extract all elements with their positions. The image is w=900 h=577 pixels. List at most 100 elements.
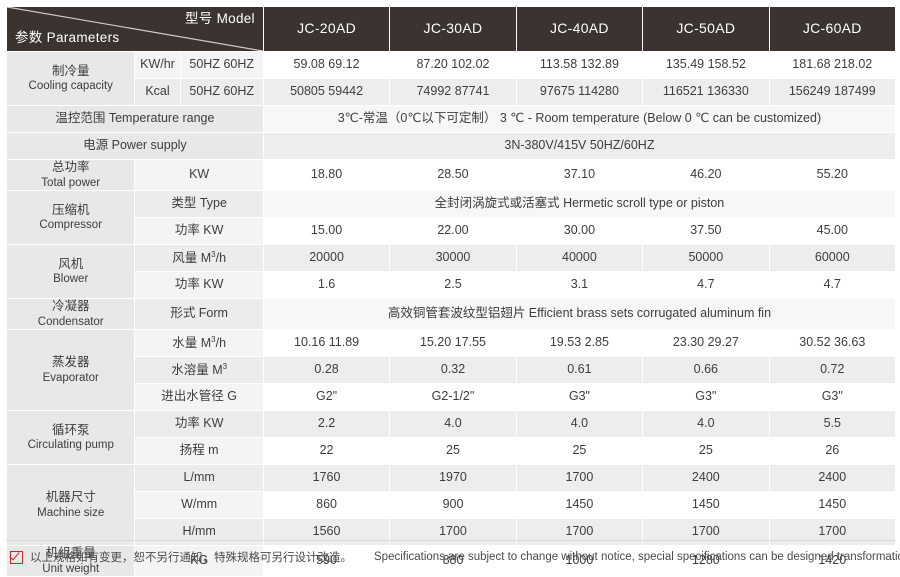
- value-cell: 4.0: [389, 410, 517, 438]
- value-cell: 1700: [389, 518, 517, 546]
- value-cell: 40000: [515, 244, 644, 272]
- value-cell: 18.80: [262, 159, 391, 191]
- value-cell: 2400: [642, 464, 770, 492]
- value-cell: 97675 114280: [515, 78, 644, 106]
- row-label-cooling-capacity: 制冷量 Cooling capacity: [5, 51, 136, 106]
- value-cell: 1450: [642, 491, 770, 519]
- row-label-circulating-pump: 循环泵 Circulating pump: [5, 410, 136, 465]
- unit-cell-kwhr: KW/hr: [134, 51, 181, 79]
- value-cell: 1700: [768, 518, 897, 546]
- value-cell: 0.28: [262, 356, 391, 384]
- value-cell: 25: [389, 437, 517, 465]
- value-cell: 1560: [262, 518, 391, 546]
- footer-note: 以上规格如有变更，恕不另行通知，特殊规格可另行设计改造。 Specificati…: [10, 549, 900, 565]
- table-row-compressor-power: 功率 KW 15.00 22.00 30.00 37.50 45.00: [7, 217, 897, 245]
- footer-divider: [6, 540, 896, 541]
- value-cell: 4.7: [768, 271, 897, 299]
- value-cell: 156249 187499: [768, 78, 897, 106]
- value-cell: G3": [642, 383, 770, 411]
- model-column-jc60ad: JC-60AD: [768, 6, 897, 52]
- value-cell: 55.20: [768, 159, 897, 191]
- unit-cell-type: 类型 Type: [134, 190, 264, 218]
- unit-cell-water-flow: 水量 M3/h: [134, 329, 264, 357]
- unit-cell-width: W/mm: [134, 491, 264, 519]
- value-cell: 30.52 36.63: [768, 329, 897, 357]
- value-cell: 30000: [389, 244, 517, 272]
- footer-note-cn: 以上规格如有变更，恕不另行通知，特殊规格可另行设计改造。: [30, 552, 352, 564]
- value-cell: 50000: [642, 244, 770, 272]
- value-cell: 4.0: [642, 410, 770, 438]
- table-row-power-supply: 电源 Power supply 3N-380V/415V 50HZ/60HZ: [6, 132, 897, 160]
- value-cell: 60000: [768, 244, 897, 272]
- table-header-row: 参数 Parameters 型号 Model JC-20AD JC-30AD J…: [6, 6, 897, 52]
- unit-cell-power-kw: 功率 KW: [134, 217, 264, 245]
- value-cell: 59.08 69.12: [262, 51, 391, 79]
- row-label-compressor: 压缩机 Compressor: [5, 190, 136, 245]
- table-row-machine-width: W/mm 860 900 1450 1450 1450: [7, 491, 897, 519]
- value-cell: 50805 59442: [262, 78, 391, 106]
- table-row-evaporator-pipe-diameter: 进出水管径 G G2" G2-1/2" G3" G3" G3": [7, 383, 897, 411]
- value-cell: 4.0: [515, 410, 644, 438]
- value-cell: 25: [642, 437, 770, 465]
- unit-cell-kw: KW: [134, 159, 264, 191]
- table-row-total-power: 总功率 Total power KW 18.80 28.50 37.10 46.…: [5, 159, 897, 191]
- freq-cell-kwhr: 50HZ 60HZ: [179, 51, 264, 79]
- value-cell: 0.72: [768, 356, 897, 384]
- table-row-condensator-form: 冷凝器 Condensator 形式 Form 高效铜管套波纹型铝翅片 Effi…: [5, 298, 897, 330]
- model-label: 型号 Model: [184, 11, 255, 26]
- value-cell: 1.6: [262, 271, 391, 299]
- value-cell: 135.49 158.52: [642, 51, 770, 79]
- value-cell: 28.50: [389, 159, 517, 191]
- row-label-power-supply: 电源 Power supply: [6, 132, 264, 160]
- value-cell: 15.00: [262, 217, 391, 245]
- row-label-blower: 风机 Blower: [5, 244, 136, 299]
- value-cell: 113.58 132.89: [515, 51, 644, 79]
- unit-cell-airflow: 风量 M3/h: [134, 244, 264, 272]
- value-cell: 45.00: [768, 217, 897, 245]
- value-cell: 1700: [515, 518, 644, 546]
- value-cell: 900: [389, 491, 517, 519]
- value-cell: 0.66: [642, 356, 770, 384]
- value-cell: 74992 87741: [389, 78, 517, 106]
- value-cell: 22.00: [389, 217, 517, 245]
- value-cell: 4.7: [642, 271, 770, 299]
- unit-cell-power-kw: 功率 KW: [134, 271, 264, 299]
- value-cell: 23.30 29.27: [642, 329, 770, 357]
- value-cell: 22: [262, 437, 391, 465]
- unit-cell-water-volume: 水溶量 M3: [134, 356, 264, 384]
- value-cell: 46.20: [642, 159, 770, 191]
- value-cell: 2400: [768, 464, 897, 492]
- footer-note-en: Specifications are subject to change wit…: [374, 551, 900, 563]
- unit-cell-pipe-diameter: 进出水管径 G: [134, 383, 264, 411]
- spec-sheet: 参数 Parameters 型号 Model JC-20AD JC-30AD J…: [0, 6, 900, 577]
- value-cell: 37.50: [642, 217, 770, 245]
- value-cell: 116521 136330: [642, 78, 770, 106]
- value-cell: 1970: [389, 464, 517, 492]
- value-cell: 26: [768, 437, 897, 465]
- value-cell-condensator-form: 高效铜管套波纹型铝翅片 Efficient brass sets corruga…: [262, 298, 897, 330]
- value-cell: 2.5: [389, 271, 517, 299]
- value-cell: 37.10: [515, 159, 644, 191]
- table-row-evaporator-water-volume: 水溶量 M3 0.28 0.32 0.61 0.66 0.72: [7, 356, 897, 384]
- value-cell: G2-1/2": [389, 383, 517, 411]
- value-cell: 15.20 17.55: [389, 329, 517, 357]
- value-cell: 1450: [768, 491, 897, 519]
- unit-cell-head-m: 扬程 m: [134, 437, 264, 465]
- row-label-total-power: 总功率 Total power: [5, 159, 136, 191]
- value-cell: 5.5: [768, 410, 897, 438]
- value-cell: 25: [515, 437, 644, 465]
- specifications-table: 参数 Parameters 型号 Model JC-20AD JC-30AD J…: [5, 6, 897, 577]
- value-cell: 20000: [262, 244, 391, 272]
- model-column-jc40ad: JC-40AD: [515, 6, 644, 52]
- table-row-temperature-range: 温控范围 Temperature range 3℃-常温（0℃以下可定制） 3 …: [6, 105, 897, 133]
- value-cell: 181.68 218.02: [768, 51, 897, 79]
- table-row-pump-head: 扬程 m 22 25 25 25 26: [7, 437, 897, 465]
- table-row-pump-power: 循环泵 Circulating pump 功率 KW 2.2 4.0 4.0 4…: [5, 410, 897, 465]
- value-cell: G3": [515, 383, 644, 411]
- checked-checkbox-icon: [10, 550, 23, 564]
- value-cell: 10.16 11.89: [262, 329, 391, 357]
- table-row-machine-height: H/mm 1560 1700 1700 1700 1700: [7, 518, 897, 546]
- value-cell: G2": [262, 383, 391, 411]
- value-cell: G3": [768, 383, 897, 411]
- model-column-jc30ad: JC-30AD: [389, 6, 517, 52]
